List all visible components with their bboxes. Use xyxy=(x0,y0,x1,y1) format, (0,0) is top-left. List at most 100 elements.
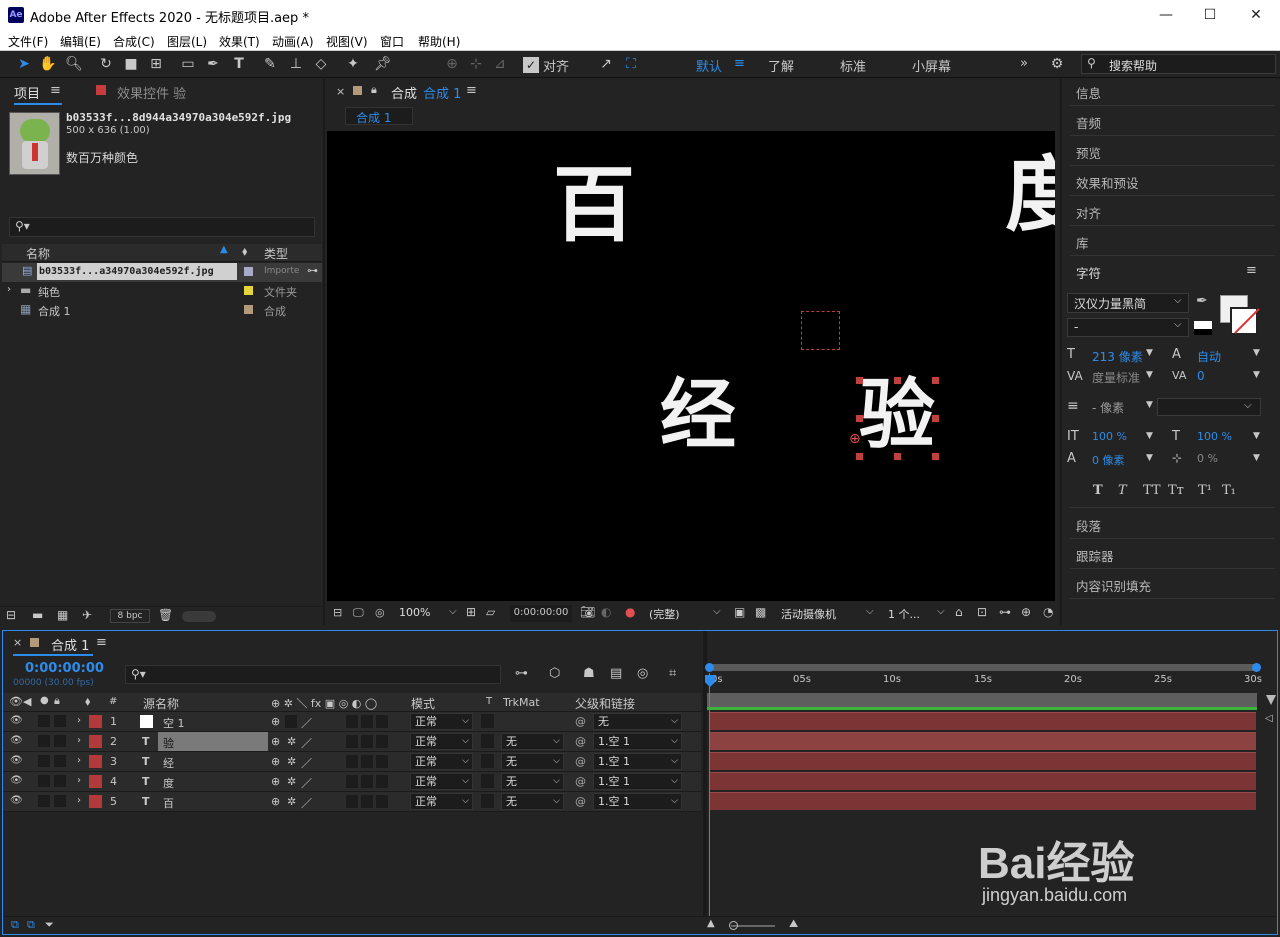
eyedropper-icon[interactable]: ✒ xyxy=(1196,293,1208,309)
project-item[interactable]: › ▬ 纯色 文件夹 xyxy=(2,282,322,301)
pan-behind-tool-icon[interactable]: ⊞ xyxy=(146,54,166,74)
adjustment-switch[interactable] xyxy=(361,775,373,788)
project-item[interactable]: ▤ b03533f...a34970a304e592f.jpg Importe … xyxy=(2,263,322,282)
chevron-down-icon[interactable]: ▼ xyxy=(1253,370,1260,380)
view-axis-icon[interactable]: ⊿ xyxy=(490,54,510,74)
eye-icon[interactable]: 👁︎ xyxy=(10,735,23,746)
audio-toggle-icon[interactable]: ◀︎ xyxy=(23,695,31,708)
label-color[interactable] xyxy=(89,755,102,768)
zoom-select[interactable]: 100% xyxy=(399,606,430,619)
label-color[interactable] xyxy=(244,305,253,314)
transform-handle[interactable] xyxy=(856,377,863,384)
expand-arrow-icon[interactable]: › xyxy=(77,735,81,746)
monitor-icon[interactable]: 🖵︎ xyxy=(353,606,364,620)
draft-3d-icon[interactable]: ⬡ xyxy=(549,666,560,681)
time-ruler[interactable]: 0s 05s 10s 15s 20s 25s 30s xyxy=(707,673,1262,692)
menu-layer[interactable]: 图层(L) xyxy=(167,33,207,50)
label-color[interactable] xyxy=(244,286,253,295)
shy-switch-icon[interactable]: ⊕ xyxy=(271,795,280,808)
project-item[interactable]: ▦ 合成 1 合成 xyxy=(2,301,322,320)
solo-box[interactable] xyxy=(38,755,50,767)
chevron-down-icon[interactable]: ⌵ xyxy=(937,606,945,617)
chevron-down-icon[interactable]: ⌵ xyxy=(866,606,874,617)
subscript-button[interactable]: T₁ xyxy=(1222,483,1236,498)
parent-select[interactable]: 无 ⌵ xyxy=(593,713,682,730)
fast-previews-icon[interactable]: ▣ xyxy=(734,605,745,619)
thumbnail-slider[interactable] xyxy=(182,611,216,622)
project-search-input[interactable]: ⚲▾ xyxy=(9,217,315,237)
trkmat-select[interactable]: 无 ⌵ xyxy=(501,793,564,810)
source-name-header[interactable]: 源名称 xyxy=(143,695,179,712)
close-tab-icon[interactable]: × xyxy=(336,85,345,98)
preserve-transparency-box[interactable] xyxy=(481,714,494,728)
motion-blur-switch[interactable] xyxy=(346,775,358,788)
solo-box[interactable] xyxy=(38,795,50,807)
sort-asc-icon[interactable]: ▲ xyxy=(220,244,228,255)
quality-switch-icon[interactable]: ／ xyxy=(301,775,312,791)
3d-switch[interactable] xyxy=(376,735,388,748)
superscript-button[interactable]: T¹ xyxy=(1198,483,1212,498)
quality-switch-icon[interactable]: ／ xyxy=(301,795,312,811)
parent-select[interactable]: 1.空 1 ⌵ xyxy=(593,733,682,750)
collapse-switch-icon[interactable]: ✲ xyxy=(287,795,296,808)
transform-handle[interactable] xyxy=(894,377,901,384)
sync-settings-icon[interactable]: ⚙ xyxy=(1047,54,1067,74)
zoom-tool-icon[interactable]: 🔍︎ xyxy=(64,54,84,74)
expand-arrow-icon[interactable]: › xyxy=(77,715,81,726)
close-tab-icon[interactable]: × xyxy=(13,636,22,649)
layer-name[interactable]: 度 xyxy=(163,775,174,791)
3d-switch[interactable] xyxy=(376,715,388,728)
menu-effect[interactable]: 效果(T) xyxy=(219,33,260,50)
lock-box[interactable] xyxy=(54,755,66,767)
keyframe-nav-icon[interactable]: ◁ xyxy=(1265,713,1273,724)
zoom-slider-thumb[interactable] xyxy=(729,921,738,930)
snap-checkbox[interactable]: ✓ xyxy=(523,57,539,73)
type-tool-icon[interactable]: T xyxy=(229,54,249,74)
comp-menu-icon[interactable]: ≡ xyxy=(466,83,477,98)
camera-tool-icon[interactable]: ■ xyxy=(121,54,141,74)
grid-toggle-icon[interactable]: ⊞ xyxy=(466,605,476,619)
color-channels-icon[interactable]: ● xyxy=(625,605,635,619)
collapse-switch-icon[interactable]: ✲ xyxy=(287,735,296,748)
workspace-default[interactable]: 默认 xyxy=(696,56,722,75)
transform-handle[interactable] xyxy=(932,415,939,422)
workspace-standard[interactable]: 标准 xyxy=(840,56,866,75)
label-color[interactable] xyxy=(89,795,102,808)
views-select[interactable]: 1 个... xyxy=(888,606,920,622)
mode-select[interactable]: 正常 ⌵ xyxy=(410,753,473,770)
lock-box[interactable] xyxy=(54,715,66,727)
snap-options-icon[interactable]: ↗ xyxy=(596,54,616,74)
leading-value[interactable]: 自动 xyxy=(1197,348,1221,365)
layer-row[interactable]: 👁︎ › 4 T 度 ⊕ ✲ ／ 正常 ⌵ 无 ⌵ @ 1.空 1 ⌵ xyxy=(3,772,701,792)
frame-blending-icon[interactable]: ▤ xyxy=(610,666,622,681)
panel-tracker[interactable]: 跟踪器 xyxy=(1076,546,1114,565)
preserve-transparency-box[interactable] xyxy=(481,794,494,808)
project-settings-icon[interactable]: ✈ xyxy=(82,608,92,622)
quality-switch-icon[interactable]: ／ xyxy=(301,715,312,731)
chevron-down-icon[interactable]: ▼ xyxy=(1146,400,1153,410)
layer-duration-bar[interactable] xyxy=(710,752,1256,770)
mode-select[interactable]: 正常 ⌵ xyxy=(410,733,473,750)
font-style-select[interactable]: - ⌵ xyxy=(1067,318,1189,337)
lock-box[interactable] xyxy=(54,795,66,807)
maximize-icon[interactable]: ☐ xyxy=(1199,4,1221,26)
pickwhip-icon[interactable]: @ xyxy=(575,795,586,808)
col-name[interactable]: 名称 xyxy=(26,245,50,262)
3d-switch[interactable] xyxy=(376,795,388,808)
faux-bold-button[interactable]: T xyxy=(1093,483,1103,498)
navigator-start-handle[interactable] xyxy=(705,663,714,672)
text-char-bai[interactable]: 百 xyxy=(553,161,635,251)
layer-name[interactable]: 百 xyxy=(163,795,174,811)
label-color[interactable] xyxy=(89,715,102,728)
label-tag-icon[interactable]: ⬧ xyxy=(242,244,247,259)
trkmat-select[interactable]: 无 ⌵ xyxy=(501,733,564,750)
show-snapshot-icon[interactable]: ◐ xyxy=(601,605,611,619)
transform-handle[interactable] xyxy=(894,453,901,460)
mode-select[interactable]: 正常 ⌵ xyxy=(410,713,473,730)
time-navigator[interactable] xyxy=(707,664,1257,671)
chevron-down-icon[interactable]: ▼ xyxy=(1146,431,1153,441)
trash-icon[interactable]: 🗑︎ xyxy=(158,608,173,622)
solo-box[interactable] xyxy=(38,735,50,747)
eye-icon[interactable]: 👁︎ xyxy=(10,775,23,786)
character-menu-icon[interactable]: ≡ xyxy=(1246,263,1257,278)
